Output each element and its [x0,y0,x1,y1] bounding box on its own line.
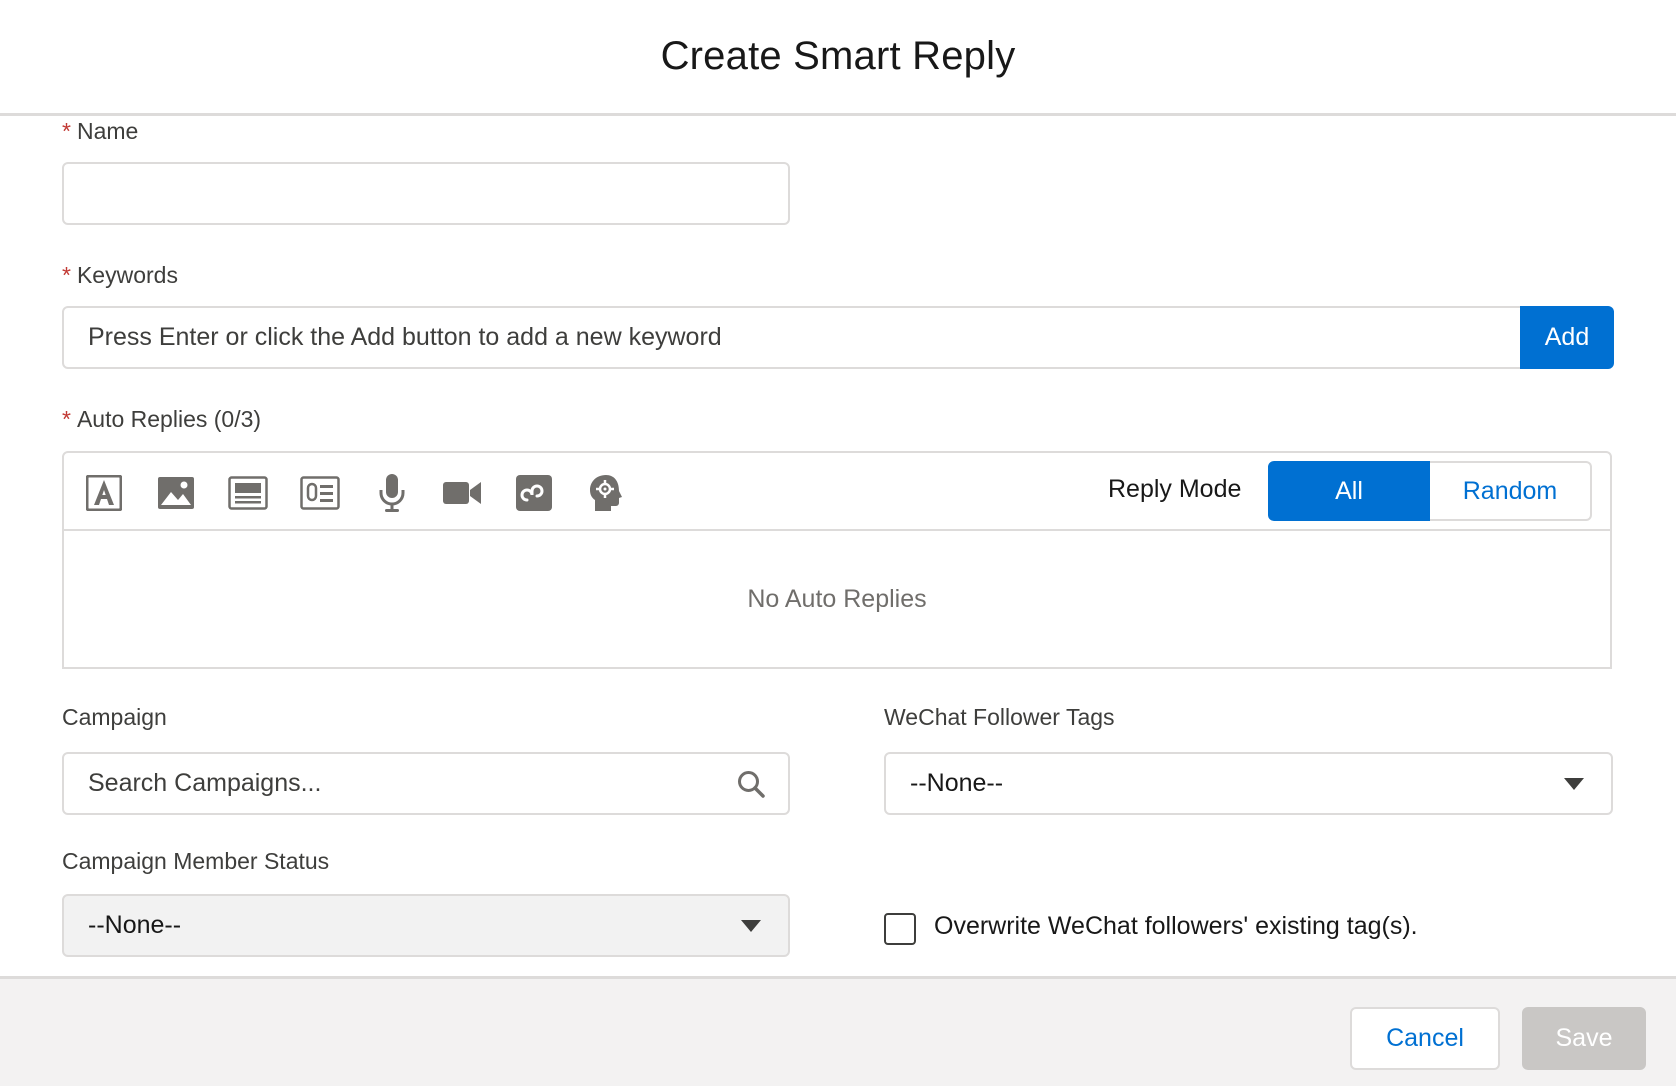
member-status-value: --None-- [88,911,182,939]
keywords-label-text: Keywords [76,262,178,288]
search-icon[interactable] [736,769,766,799]
add-keyword-button[interactable]: Add [1520,306,1614,369]
follower-tags-label-text: WeChat Follower Tags [884,704,1115,730]
required-marker: * [62,118,71,144]
name-label: * Name [62,118,138,145]
modal-body: * Name * Keywords Press Enter or click t… [0,116,1676,976]
modal-header: Create Smart Reply [0,0,1676,116]
campaign-label: Campaign [62,704,167,731]
keywords-label: * Keywords [62,262,178,289]
chevron-down-icon [1559,769,1589,799]
news-icon[interactable] [228,473,268,513]
campaign-search-placeholder: Search Campaigns... [88,769,322,797]
required-marker: * [62,262,71,288]
cancel-button[interactable]: Cancel [1350,1007,1500,1070]
campaign-label-text: Campaign [62,704,167,730]
modal-footer: Cancel Save [0,976,1676,1086]
auto-replies-label: * Auto Replies (0/3) [62,406,261,433]
follower-tags-select[interactable]: --None-- [884,752,1613,815]
reply-mode-label: Reply Mode [1108,475,1242,503]
microphone-icon[interactable] [372,473,412,513]
member-status-label-text: Campaign Member Status [62,848,330,874]
name-input[interactable] [62,162,790,225]
text-icon[interactable] [84,473,124,513]
modal-title: Create Smart Reply [660,34,1016,78]
ai-head-icon[interactable] [586,473,626,513]
empty-state-text: No Auto Replies [747,584,927,613]
auto-replies-label-text: Auto Replies (0/3) [76,406,262,432]
overwrite-tags-checkbox[interactable] [884,913,916,945]
campaign-search-input[interactable]: Search Campaigns... [62,752,790,815]
auto-replies-toolbar: Reply Mode All Random [62,451,1612,531]
video-icon[interactable] [442,473,482,513]
auto-replies-list: No Auto Replies [62,529,1612,669]
required-marker: * [62,406,71,432]
member-status-select[interactable]: --None-- [62,894,790,957]
follower-tags-label: WeChat Follower Tags [884,704,1115,731]
name-label-text: Name [76,118,139,144]
save-button[interactable]: Save [1522,1007,1646,1070]
chevron-down-icon [736,911,766,941]
keywords-input[interactable]: Press Enter or click the Add button to a… [62,306,1522,369]
link-card-icon[interactable] [300,473,340,513]
follower-tags-value: --None-- [910,769,1004,797]
create-smart-reply-modal: Create Smart Reply * Name * Keywords Pre… [0,0,1676,1086]
overwrite-tags-label[interactable]: Overwrite WeChat followers' existing tag… [934,912,1418,941]
reply-mode-random-button[interactable]: Random [1430,461,1592,521]
reply-mode-all-button[interactable]: All [1268,461,1430,521]
keywords-placeholder: Press Enter or click the Add button to a… [88,323,722,351]
mini-program-icon[interactable] [514,473,554,513]
image-icon[interactable] [156,473,196,513]
member-status-label: Campaign Member Status [62,848,329,875]
